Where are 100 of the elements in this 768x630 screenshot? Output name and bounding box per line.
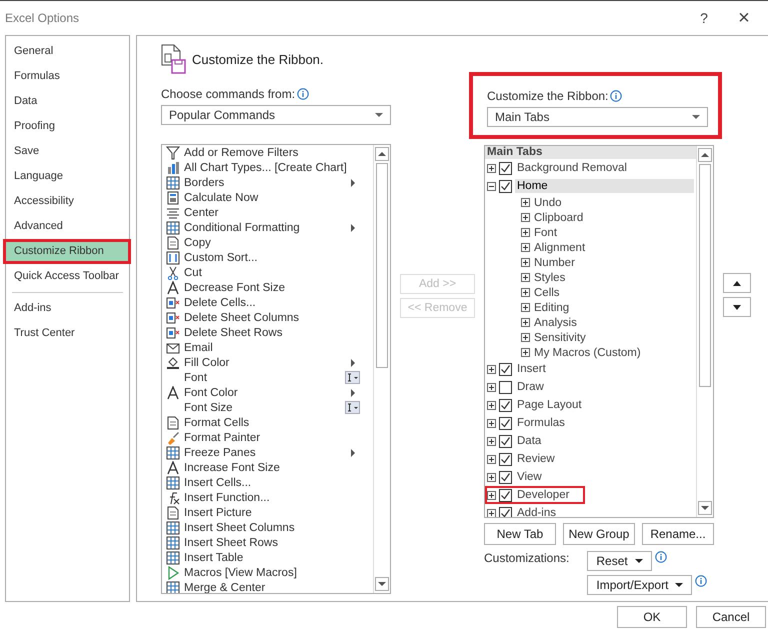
command-item[interactable]: Email [184,342,213,354]
command-item[interactable]: Insert Table [184,552,244,564]
expand-icon[interactable] [487,364,496,374]
command-item[interactable]: Calculate Now [184,192,258,204]
close-button[interactable]: × [724,6,764,30]
scrollbar[interactable] [696,146,713,517]
tab-action-button[interactable]: New Tab [484,523,556,545]
checkbox[interactable] [499,380,512,394]
command-item[interactable]: Insert Function... [184,492,270,504]
sidebar-item[interactable]: Accessibility [3,189,131,214]
sidebar-item[interactable]: General [3,39,131,64]
command-item[interactable]: Format Cells [184,416,250,428]
expand-icon[interactable] [521,333,530,342]
command-item[interactable]: Borders [184,176,224,188]
tree-item[interactable]: Analysis [534,316,577,328]
expand-icon[interactable] [487,164,496,172]
command-item[interactable]: Increase Font Size [184,462,280,474]
tree-item[interactable]: Data [515,434,694,448]
command-item[interactable]: Fill Color [184,356,230,368]
expand-icon[interactable] [521,273,530,282]
ribbon-dropdown[interactable]: Main Tabs [487,107,708,127]
tree-item[interactable]: Draw [515,380,694,394]
collapse-icon[interactable] [487,182,496,190]
tree-item[interactable]: Clipboard [534,212,584,224]
sidebar-item[interactable]: Advanced [3,214,131,239]
expand-icon[interactable] [521,213,530,222]
command-item[interactable]: Insert Picture [184,506,252,518]
checkbox[interactable] [499,398,512,412]
tree-item[interactable]: Styles [534,272,566,284]
checkbox[interactable] [499,488,512,502]
scrollbar[interactable] [373,145,390,593]
command-item[interactable]: Insert Cells... [184,476,252,488]
tab-action-button[interactable]: New Group [563,523,635,545]
sidebar-item[interactable]: Trust Center [3,321,131,346]
command-item[interactable]: Center [184,206,219,218]
commands-dropdown[interactable]: Popular Commands [161,105,391,125]
tree-item[interactable]: Add-ins [515,506,694,517]
command-item[interactable]: Cut [184,266,202,278]
expand-icon[interactable] [521,348,530,357]
expand-icon[interactable] [487,508,496,517]
expand-icon[interactable] [487,454,496,464]
checkbox[interactable] [499,416,512,430]
checkbox[interactable] [499,452,512,466]
command-item[interactable]: Custom Sort... [184,252,258,264]
sidebar-item[interactable]: Proofing [3,114,131,139]
sidebar-item[interactable]: Quick Access Toolbar [3,264,131,289]
command-item[interactable]: Insert Sheet Rows [184,536,278,548]
expand-icon[interactable] [487,436,496,446]
tree-item[interactable]: Home [515,179,694,193]
tree-item[interactable]: Undo [534,196,562,208]
sidebar-item[interactable]: Formulas [3,64,131,89]
move-up-button[interactable] [723,273,751,293]
tree-item[interactable]: Number [534,256,575,268]
command-item[interactable]: Merge & Center [184,582,266,593]
command-item[interactable]: Freeze Panes [184,446,256,458]
expand-icon[interactable] [521,288,530,297]
command-item[interactable]: Font Size [184,402,233,414]
tree-item[interactable]: My Macros (Custom) [534,346,641,358]
expand-icon[interactable] [521,318,530,327]
tree-item[interactable]: View [515,470,694,484]
sidebar-item[interactable]: Language [3,164,131,189]
sidebar-item[interactable]: Data [3,89,131,114]
checkbox[interactable] [499,434,512,448]
expand-icon[interactable] [487,490,496,500]
import-export-button[interactable]: Import/Export [587,575,692,595]
command-item[interactable]: Add or Remove Filters [184,146,298,158]
command-item[interactable]: Font [184,372,208,384]
tree-item[interactable]: Developer [515,488,583,502]
command-item[interactable]: Copy [184,236,211,248]
checkbox[interactable] [499,470,512,484]
expand-icon[interactable] [521,228,530,237]
checkbox[interactable] [499,362,512,376]
tree-item[interactable]: Page Layout [515,398,694,412]
reset-button[interactable]: Reset [587,551,652,571]
tree-item[interactable]: Font [534,226,558,238]
tree-item[interactable]: Background Removal [515,161,694,175]
tree-item[interactable]: Cells [534,286,560,298]
command-item[interactable]: All Chart Types... [Create Chart] [184,162,347,174]
sidebar-item[interactable]: Add-ins [3,296,131,321]
tab-action-button[interactable]: Rename... [642,523,714,545]
tree-item[interactable]: Sensitivity [534,332,586,344]
expand-icon[interactable] [487,400,496,410]
tree-item[interactable]: Review [515,452,694,466]
sidebar-item[interactable]: Save [3,139,131,164]
expand-icon[interactable] [521,243,530,252]
expand-icon[interactable] [487,472,496,482]
tree-item[interactable]: Alignment [534,242,586,254]
move-down-button[interactable] [723,297,751,317]
expand-icon[interactable] [521,258,530,267]
expand-icon[interactable] [521,303,530,312]
checkbox[interactable] [499,180,512,192]
dialog-button[interactable]: Cancel [696,606,766,628]
tree-item[interactable]: Insert [515,362,694,376]
expand-icon[interactable] [487,418,496,428]
command-item[interactable]: Font Color [184,386,238,398]
checkbox[interactable] [499,162,512,174]
checkbox[interactable] [499,506,512,517]
tree-item[interactable]: Formulas [515,416,694,430]
command-item[interactable]: Format Painter [184,432,260,444]
help-button[interactable]: ? [684,10,724,26]
